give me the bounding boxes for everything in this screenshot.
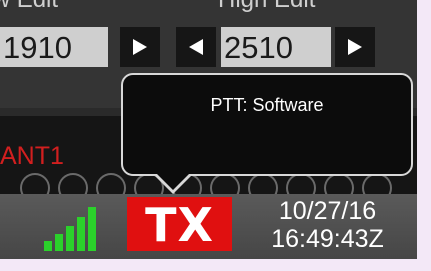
high-edge-increment-button[interactable] bbox=[335, 27, 375, 67]
signal-bar bbox=[77, 217, 85, 251]
low-edge-label: Low Edit bbox=[0, 0, 58, 14]
datetime-display: 10/27/16 16:49:43Z bbox=[240, 197, 415, 253]
arrow-left-icon bbox=[189, 39, 203, 55]
meter-dots bbox=[20, 173, 417, 203]
high-edge-label: High Edit bbox=[218, 0, 315, 14]
low-edge-field[interactable]: 1910 bbox=[0, 27, 108, 67]
window-edge bbox=[417, 0, 431, 271]
signal-strength-icon bbox=[44, 201, 104, 251]
signal-bar bbox=[88, 207, 96, 251]
tooltip-pointer-fill bbox=[156, 173, 190, 190]
radio-panel: Low Edit High Edit 1910 2510 ANT1 bbox=[0, 0, 417, 259]
window-edge bbox=[0, 259, 431, 271]
ptt-tooltip: PTT: Software bbox=[121, 73, 413, 176]
arrow-right-icon bbox=[348, 39, 362, 55]
signal-bar bbox=[66, 226, 74, 251]
arrow-right-icon bbox=[133, 39, 147, 55]
tooltip-text: PTT: Software bbox=[210, 95, 324, 115]
signal-bar bbox=[44, 241, 52, 251]
low-edge-increment-button[interactable] bbox=[120, 27, 160, 67]
high-edge-field[interactable]: 2510 bbox=[221, 27, 331, 67]
date-text: 10/27/16 bbox=[278, 197, 377, 225]
signal-bar bbox=[55, 234, 63, 251]
high-edge-decrement-button[interactable] bbox=[176, 27, 216, 67]
time-text: 16:49:43Z bbox=[271, 225, 384, 253]
antenna-label[interactable]: ANT1 bbox=[0, 142, 64, 171]
tx-button[interactable]: TX bbox=[127, 197, 232, 252]
